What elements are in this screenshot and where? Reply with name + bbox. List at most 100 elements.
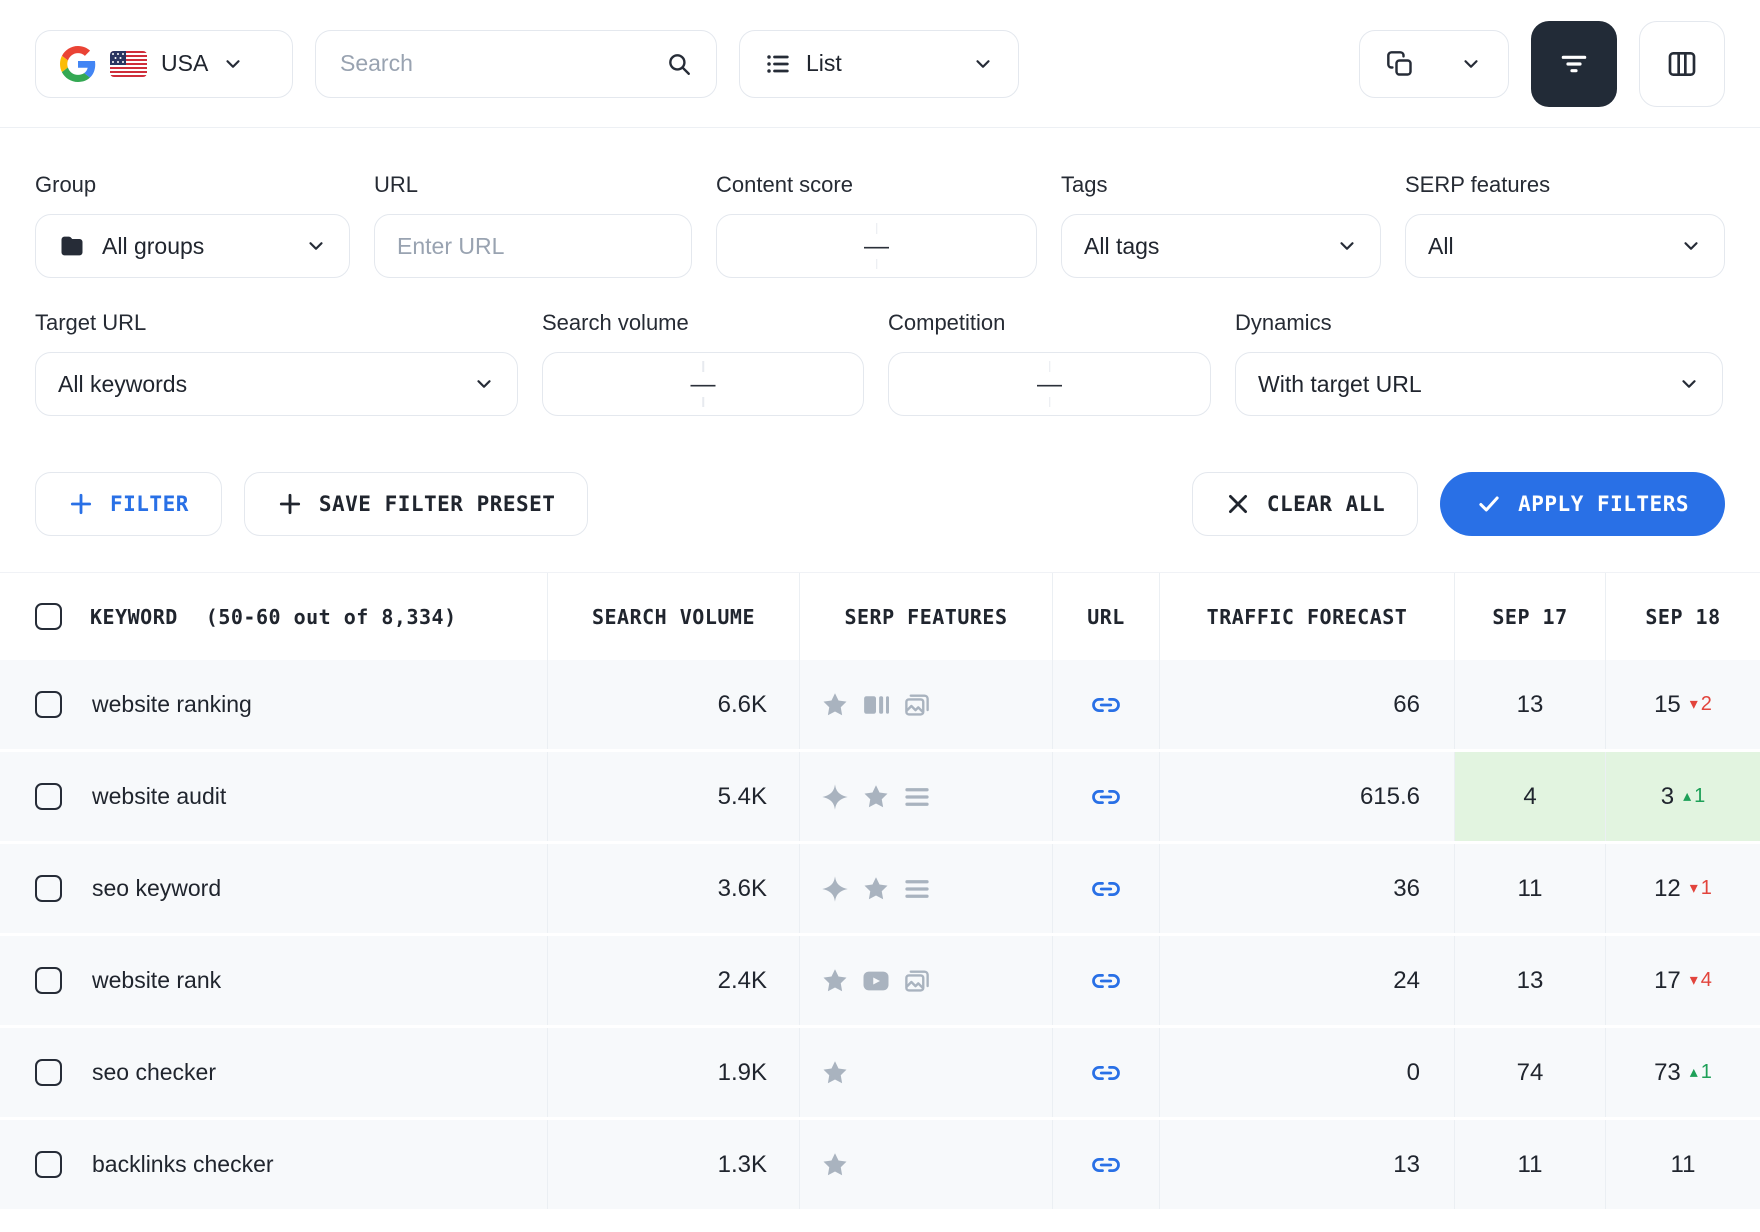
columns-settings-button[interactable] (1639, 21, 1725, 107)
row-checkbox[interactable] (35, 783, 62, 810)
url-cell (1053, 1028, 1160, 1117)
sep18-rank-cell: 3▴1 (1606, 752, 1760, 841)
range-dash: — (1027, 372, 1072, 397)
sep17-rank-cell: 74 (1455, 1028, 1606, 1117)
select-all-checkbox[interactable] (35, 603, 62, 630)
serp-features-select[interactable]: All (1405, 214, 1725, 278)
serp-features-select-value: All (1428, 233, 1454, 260)
chevron-down-icon (222, 53, 244, 75)
link-icon[interactable] (1091, 690, 1121, 720)
row-checkbox[interactable] (35, 875, 62, 902)
chevron-down-icon (1678, 373, 1700, 395)
traffic-forecast-cell: 615.6 (1160, 752, 1455, 841)
row-checkbox[interactable] (35, 691, 62, 718)
tags-filter-label: Tags (1061, 172, 1381, 198)
url-header[interactable]: URL (1053, 573, 1160, 660)
google-logo-icon (60, 46, 96, 82)
search-volume-header[interactable]: SEARCH VOLUME (548, 573, 800, 660)
table-row[interactable]: backlinks checker1.3K131111 (0, 1120, 1760, 1212)
check-icon (1476, 491, 1502, 517)
chevron-down-icon (305, 235, 327, 257)
serp-features-cell (800, 1120, 1053, 1209)
plus-icon (277, 491, 303, 517)
link-icon[interactable] (1091, 1150, 1121, 1180)
content-score-range-input[interactable]: — (716, 214, 1037, 278)
table-row[interactable]: website ranking6.6K661315▾2 (0, 660, 1760, 752)
search-volume-label: Search volume (542, 310, 864, 336)
table-row[interactable]: seo keyword3.6K361112▾1 (0, 844, 1760, 936)
traffic-forecast-cell: 66 (1160, 660, 1455, 749)
copy-icon (1386, 50, 1414, 78)
columns-icon (1666, 48, 1698, 80)
carousel-icon (861, 690, 891, 720)
chevron-down-icon (972, 53, 994, 75)
video-icon (861, 966, 891, 996)
search-volume-cell: 2.4K (548, 936, 800, 1025)
search-engine-region-selector[interactable]: USA (35, 30, 293, 98)
keyword-cell: backlinks checker (0, 1120, 548, 1209)
sep17-rank-cell: 4 (1455, 752, 1606, 841)
view-mode-selector[interactable]: List (739, 30, 1019, 98)
serp-features-cell (800, 1028, 1053, 1117)
row-checkbox[interactable] (35, 1059, 62, 1086)
link-icon[interactable] (1091, 966, 1121, 996)
url-input[interactable] (397, 233, 669, 260)
competition-range-input[interactable]: — (888, 352, 1211, 416)
traffic-forecast-cell: 24 (1160, 936, 1455, 1025)
star-icon (820, 1150, 850, 1180)
sep18-rank-cell: 17▾4 (1606, 936, 1760, 1025)
chevron-down-icon (1680, 235, 1702, 257)
copy-export-dropdown[interactable] (1359, 30, 1509, 98)
search-volume-cell: 6.6K (548, 660, 800, 749)
filter-toggle-button[interactable] (1531, 21, 1617, 107)
keyword-label: website audit (92, 783, 226, 810)
table-row[interactable]: website rank2.4K241317▾4 (0, 936, 1760, 1028)
search-volume-cell: 1.3K (548, 1120, 800, 1209)
search-volume-range-input[interactable]: — (542, 352, 864, 416)
url-input-wrap[interactable] (374, 214, 692, 278)
clear-all-button[interactable]: CLEAR ALL (1192, 472, 1418, 536)
traffic-forecast-cell: 13 (1160, 1120, 1455, 1209)
save-filter-preset-button[interactable]: SAVE FILTER PRESET (244, 472, 589, 536)
link-icon[interactable] (1091, 1058, 1121, 1088)
keyword-rank-tracker-page: USA List (0, 0, 1760, 1212)
sep18-rank-cell: 73▴1 (1606, 1028, 1760, 1117)
sep17-header[interactable]: SEP 17 (1455, 573, 1606, 660)
traffic-forecast-header[interactable]: TRAFFIC FORECAST (1160, 573, 1455, 660)
target-url-select[interactable]: All keywords (35, 352, 518, 416)
row-checkbox[interactable] (35, 1151, 62, 1178)
row-checkbox[interactable] (35, 967, 62, 994)
sep18-header[interactable]: SEP 18 (1606, 573, 1760, 660)
serp-features-header[interactable]: SERP FEATURES (800, 573, 1053, 660)
search-volume-cell: 3.6K (548, 844, 800, 933)
group-select[interactable]: All groups (35, 214, 350, 278)
sep18-rank-cell: 11 (1606, 1120, 1760, 1209)
table-row[interactable]: seo checker1.9K07473▴1 (0, 1028, 1760, 1120)
dynamics-label: Dynamics (1235, 310, 1723, 336)
search-input[interactable] (340, 50, 620, 77)
competition-field: Competition — (888, 310, 1211, 416)
filter-actions-row: FILTER SAVE FILTER PRESET CLEAR ALL APPL… (35, 448, 1725, 536)
rank-change-down: ▾1 (1690, 877, 1712, 900)
add-filter-button[interactable]: FILTER (35, 472, 222, 536)
keyword-label: backlinks checker (92, 1151, 274, 1178)
table-row[interactable]: website audit5.4K615.643▴1 (0, 752, 1760, 844)
list-view-icon (764, 50, 792, 78)
dynamics-select-value: With target URL (1258, 371, 1422, 398)
view-mode-label: List (806, 50, 842, 77)
competition-label: Competition (888, 310, 1211, 336)
link-icon[interactable] (1091, 782, 1121, 812)
url-cell (1053, 752, 1160, 841)
apply-filters-button[interactable]: APPLY FILTERS (1440, 472, 1725, 536)
dynamics-select[interactable]: With target URL (1235, 352, 1723, 416)
sep18-rank-cell: 12▾1 (1606, 844, 1760, 933)
keyword-label: website ranking (92, 691, 252, 718)
link-icon[interactable] (1091, 874, 1121, 904)
rank-change-up: ▴1 (1683, 785, 1705, 808)
keyword-label: seo keyword (92, 875, 221, 902)
keyword-label: website rank (92, 967, 221, 994)
tags-select[interactable]: All tags (1061, 214, 1381, 278)
group-select-value: All groups (102, 233, 204, 260)
keyword-search-box[interactable] (315, 30, 717, 98)
sparkle-icon (820, 874, 850, 904)
